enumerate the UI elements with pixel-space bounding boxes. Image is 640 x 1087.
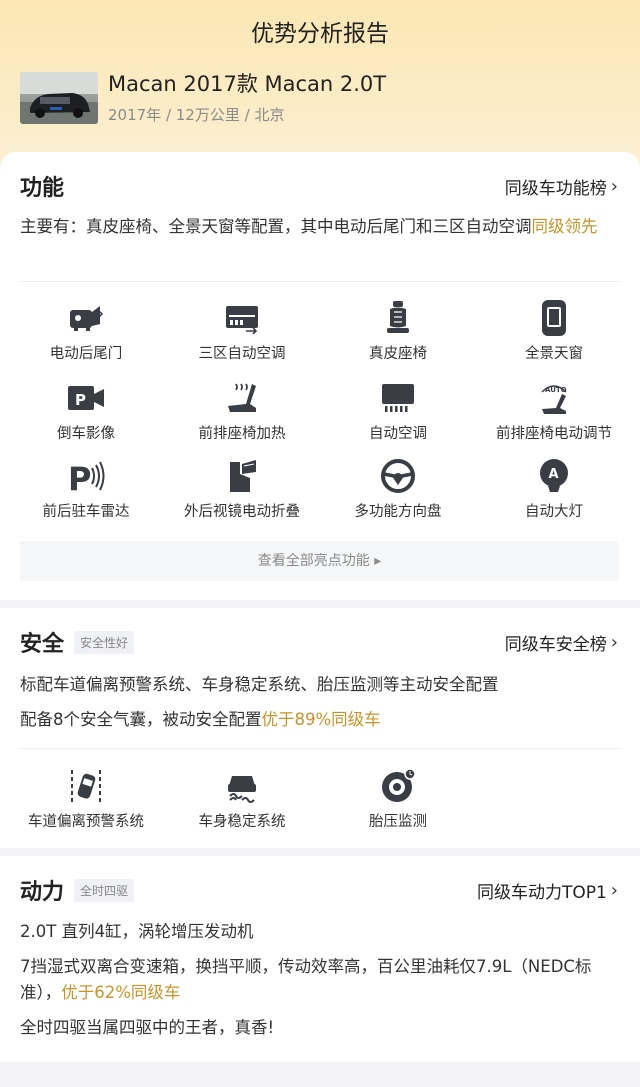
- feature-label: 车道偏离预警系统: [28, 814, 144, 830]
- safety-tag: 安全性好: [74, 630, 135, 654]
- feature-item[interactable]: P 倒车影像: [6, 378, 166, 443]
- feature-label: 前排座椅加热: [198, 426, 286, 442]
- function-ranking-link[interactable]: 同级车功能榜 ›: [505, 174, 618, 199]
- feature-item[interactable]: 自动空调: [318, 378, 478, 443]
- car-meta: 2017年 / 12万公里 / 北京: [108, 106, 285, 124]
- feature-label: 胎压监测: [369, 814, 427, 830]
- svg-text:A: A: [549, 467, 559, 482]
- parking-radar-icon: P: [68, 460, 105, 496]
- power-line2-highlight: 优于62%同级车: [61, 983, 181, 1002]
- feature-item[interactable]: 车道偏离预警系统: [6, 766, 166, 831]
- safety-header: 安全 安全性好 同级车安全榜 ›: [20, 626, 618, 658]
- stability-control-icon: [228, 776, 256, 803]
- feature-label: 自动空调: [369, 426, 427, 442]
- reverse-camera-icon: P: [68, 386, 104, 410]
- function-description: 主要有：真皮座椅、全景天窗等配置，其中电动后尾门和三区自动空调同级领先: [20, 214, 618, 240]
- safety-ranking-link[interactable]: 同级车安全榜 ›: [505, 630, 618, 655]
- car-name: Macan 2017款 Macan 2.0T: [108, 72, 387, 96]
- auto-headlight-icon: A: [540, 459, 568, 492]
- divider: [20, 748, 620, 749]
- seat-heating-icon: [228, 383, 256, 412]
- car-thumbnail: [20, 71, 98, 124]
- chevron-right-icon: ›: [610, 175, 618, 197]
- feature-item[interactable]: 多功能方向盘: [318, 456, 478, 521]
- feature-item[interactable]: 全景天窗: [474, 298, 634, 363]
- car-header: Macan 2017款 Macan 2.0T 2017年 / 12万公里 / 北…: [20, 70, 386, 125]
- feature-label: 三区自动空调: [198, 346, 286, 362]
- power-line3: 全时四驱当属四驱中的王者，真香!: [20, 1018, 275, 1037]
- feature-item[interactable]: 前排座椅加热: [162, 378, 322, 443]
- feature-label: 真皮座椅: [369, 346, 427, 362]
- function-card: 功能 同级车功能榜 › 主要有：真皮座椅、全景天窗等配置，其中电动后尾门和三区自…: [0, 152, 640, 600]
- air-conditioner-icon: [226, 306, 258, 335]
- feature-label: 多功能方向盘: [354, 504, 442, 520]
- power-ranking-link[interactable]: 同级车动力TOP1 ›: [477, 878, 618, 903]
- divider: [20, 281, 620, 282]
- safety-card: 安全 安全性好 同级车安全榜 › 标配车道偏离预警系统、车身稳定系统、胎压监测等…: [0, 608, 640, 848]
- feature-label: 前后驻车雷达: [42, 504, 130, 520]
- tire-pressure-icon: [382, 768, 416, 802]
- svg-text:P: P: [75, 391, 86, 409]
- see-all-features-button[interactable]: 查看全部亮点功能 ▸: [20, 541, 619, 581]
- feature-item[interactable]: A 自动大灯: [474, 456, 634, 521]
- function-ranking-link-label: 同级车功能榜: [504, 178, 607, 199]
- safety-line2: 配备8个安全气囊，被动安全配置优于89%同级车: [20, 707, 618, 733]
- chevron-right-icon: ›: [610, 879, 618, 901]
- safety-line2-text: 配备8个安全气囊，被动安全配置: [20, 710, 262, 729]
- svg-text:AUTO: AUTO: [545, 386, 567, 394]
- safety-title: 安全: [20, 632, 65, 657]
- feature-item[interactable]: 真皮座椅: [318, 298, 478, 363]
- function-desc-text: 主要有：真皮座椅、全景天窗等配置，其中电动后尾门和三区自动空调: [20, 217, 532, 236]
- power-line1: 2.0T 直列4缸，涡轮增压发动机: [20, 922, 254, 941]
- feature-item[interactable]: 三区自动空调: [162, 298, 322, 363]
- power-card: 动力 全时四驱 同级车动力TOP1 › 2.0T 直列4缸，涡轮增压发动机 7挡…: [0, 856, 640, 1062]
- chevron-right-icon: ›: [610, 631, 618, 653]
- safety-line2-highlight: 优于89%同级车: [261, 710, 381, 729]
- function-title: 功能: [20, 176, 65, 201]
- steering-wheel-icon: [381, 459, 415, 493]
- seat-adjust-icon: AUTO: [541, 385, 567, 414]
- power-line2: 7挡湿式双离合变速箱，换挡平顺，传动效率高，百公里油耗仅7.9L（NEDC标准）…: [20, 954, 618, 1006]
- feature-label: 倒车影像: [57, 426, 115, 442]
- feature-label: 外后视镜电动折叠: [184, 504, 300, 520]
- feature-item[interactable]: 车身稳定系统: [162, 766, 322, 831]
- safety-line1: 标配车道偏离预警系统、车身稳定系统、胎压监测等主动安全配置: [20, 675, 499, 694]
- feature-label: 前排座椅电动调节: [496, 426, 612, 442]
- lane-departure-icon: [71, 770, 101, 802]
- feature-label: 车身稳定系统: [198, 814, 286, 830]
- feature-item[interactable]: 外后视镜电动折叠: [162, 456, 322, 521]
- tailgate-icon: [70, 306, 104, 331]
- feature-item[interactable]: AUTO 前排座椅电动调节: [474, 378, 634, 443]
- sunroof-icon: [542, 300, 566, 336]
- power-header: 动力 全时四驱 同级车动力TOP1 ›: [20, 874, 618, 906]
- feature-label: 电动后尾门: [49, 346, 123, 362]
- power-tag: 全时四驱: [74, 878, 135, 902]
- function-header: 功能 同级车功能榜 ›: [20, 170, 618, 202]
- svg-text:P: P: [68, 460, 91, 496]
- feature-label: 自动大灯: [525, 504, 583, 520]
- auto-ac-icon: [382, 384, 414, 412]
- mirror-fold-icon: [230, 460, 256, 492]
- power-title: 动力: [20, 880, 65, 905]
- power-ranking-link-label: 同级车动力TOP1: [476, 882, 607, 903]
- feature-item[interactable]: 电动后尾门: [6, 298, 166, 363]
- feature-item[interactable]: P 前后驻车雷达: [6, 456, 166, 521]
- feature-item[interactable]: 胎压监测: [318, 766, 478, 831]
- feature-label: 全景天窗: [525, 346, 583, 362]
- page-title: 优势分析报告: [251, 21, 389, 47]
- safety-ranking-link-label: 同级车安全榜: [504, 634, 607, 655]
- leather-seat-icon: [387, 301, 409, 333]
- function-desc-highlight: 同级领先: [531, 217, 598, 236]
